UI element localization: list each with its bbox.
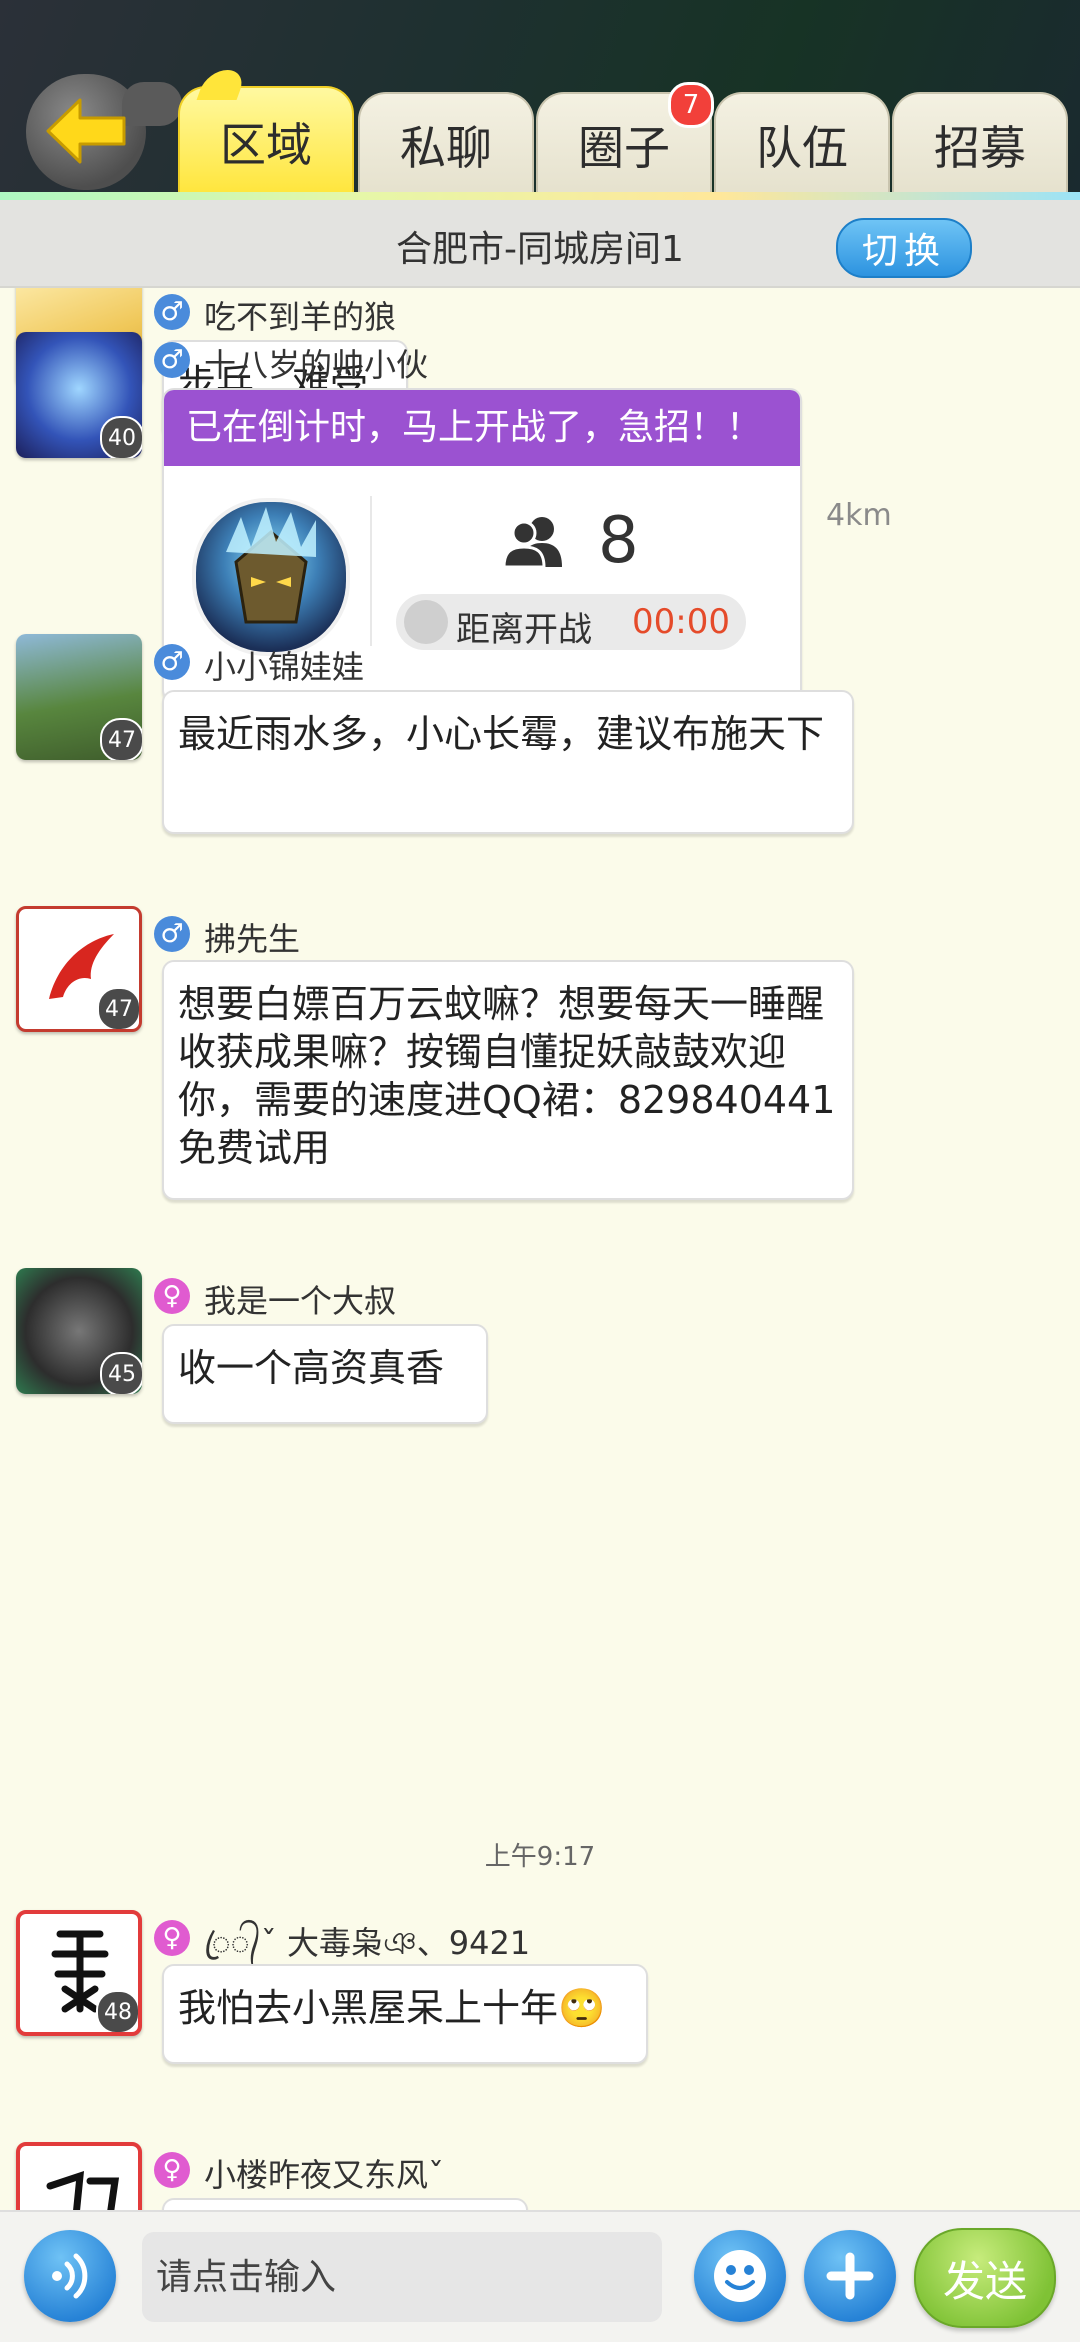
- header-divider: [0, 192, 1080, 200]
- message-text: 我怕去小黑屋呆上十年🙄: [178, 1986, 606, 2030]
- countdown-label: 距离开战: [456, 610, 592, 650]
- voice-icon: [52, 2253, 88, 2299]
- plus-icon: [826, 2252, 874, 2300]
- switch-room-button[interactable]: 切换: [836, 218, 972, 278]
- message-text: 最近雨水多，小心长霉，建议布施天下: [178, 712, 825, 756]
- avatar[interactable]: 40: [16, 332, 142, 458]
- room-bar: 合肥市-同城房间1 切换: [0, 200, 1080, 288]
- voice-button[interactable]: [24, 2230, 116, 2322]
- send-button[interactable]: 发送: [914, 2228, 1056, 2328]
- username[interactable]: 我是一个大叔: [204, 1276, 396, 1322]
- card-divider: [370, 496, 372, 646]
- male-icon: ♂: [154, 294, 190, 330]
- message-bubble[interactable]: [162, 2198, 528, 2210]
- username[interactable]: 小楼昨夜又东风ˇ: [204, 2150, 444, 2196]
- level-badge: 47: [97, 987, 139, 1029]
- input-bar: 发送: [0, 2210, 1080, 2342]
- message-bubble[interactable]: 想要白嫖百万云蚊嘛？想要每天一睡醒收获成果嘛？按镯自懂捉妖敲鼓欢迎你，需要的速度…: [162, 960, 854, 1200]
- team-avatar: [192, 498, 350, 656]
- emoji-icon: [714, 2250, 766, 2302]
- level-badge: 47: [100, 718, 142, 760]
- countdown-pill: 距离开战 00:00: [396, 594, 746, 650]
- female-icon: ♀: [154, 2152, 190, 2188]
- tab-recruit[interactable]: 招募: [892, 92, 1068, 196]
- tab-circle[interactable]: 圈子 7: [536, 82, 714, 196]
- member-count: 8: [504, 504, 639, 578]
- tab-label: 招募: [934, 121, 1026, 175]
- avatar[interactable]: 47: [16, 634, 142, 760]
- monster-image: [226, 507, 316, 624]
- avatar[interactable]: 47: [16, 906, 142, 1032]
- distance-label: 4km: [826, 498, 892, 533]
- avatar[interactable]: [16, 2142, 142, 2210]
- people-icon: [504, 517, 562, 567]
- tab-private-chat[interactable]: 私聊: [358, 92, 534, 196]
- message-text: 收一个高资真香: [178, 1346, 445, 1390]
- avatar[interactable]: 48: [16, 1910, 142, 2036]
- male-icon: ♂: [154, 342, 190, 378]
- message-bubble[interactable]: 收一个高资真香: [162, 1324, 488, 1424]
- calligraphy-image: [46, 2170, 120, 2210]
- username[interactable]: 拂先生: [204, 914, 300, 960]
- tab-region[interactable]: 区域: [178, 86, 354, 196]
- username[interactable]: 吃不到羊的狼: [204, 292, 396, 338]
- male-icon: ♂: [154, 916, 190, 952]
- unread-badge: 7: [668, 82, 714, 128]
- message-bubble[interactable]: 最近雨水多，小心长霉，建议布施天下: [162, 690, 854, 834]
- tab-label: 圈子: [578, 121, 670, 175]
- emoji-button[interactable]: [694, 2230, 786, 2322]
- clock-icon: [404, 600, 448, 644]
- chat-list[interactable]: 46 ♂ 吃不到羊的狼 步兵，难受 40 ♂ 十八岁的帅小伙 已在倒计时，马上开…: [0, 288, 1080, 2210]
- female-icon: ♀: [154, 1920, 190, 1956]
- avatar[interactable]: 45: [16, 1268, 142, 1394]
- tab-team[interactable]: 队伍: [714, 92, 890, 196]
- level-badge: 40: [100, 416, 142, 458]
- username[interactable]: 十八岁的帅小伙: [204, 340, 428, 386]
- message-input[interactable]: [142, 2232, 662, 2322]
- member-count-value: 8: [598, 504, 639, 578]
- message-text: 想要白嫖百万云蚊嘛？想要每天一睡醒收获成果嘛？按镯自懂捉妖敲鼓欢迎你，需要的速度…: [178, 982, 836, 1170]
- recruit-headline: 已在倒计时，马上开战了，急招！！: [164, 390, 800, 466]
- level-badge: 48: [96, 1990, 138, 2032]
- tab-label: 区域: [220, 118, 312, 172]
- username[interactable]: 小小锦娃娃: [204, 642, 364, 688]
- arrow-left-icon: [46, 98, 126, 164]
- tab-label: 私聊: [400, 121, 492, 175]
- time-divider: 上午9:17: [484, 1842, 596, 1872]
- message-bubble[interactable]: 我怕去小黑屋呆上十年🙄: [162, 1964, 648, 2064]
- plus-button[interactable]: [804, 2230, 896, 2322]
- back-button-tail: [122, 82, 182, 126]
- tab-label: 队伍: [756, 121, 848, 175]
- level-badge: 45: [100, 1352, 142, 1394]
- top-header: 区域 私聊 圈子 7 队伍 招募: [0, 0, 1080, 200]
- female-icon: ♀: [154, 1278, 190, 1314]
- countdown-value: 00:00: [632, 602, 730, 642]
- male-icon: ♂: [154, 644, 190, 680]
- back-button[interactable]: [26, 74, 182, 190]
